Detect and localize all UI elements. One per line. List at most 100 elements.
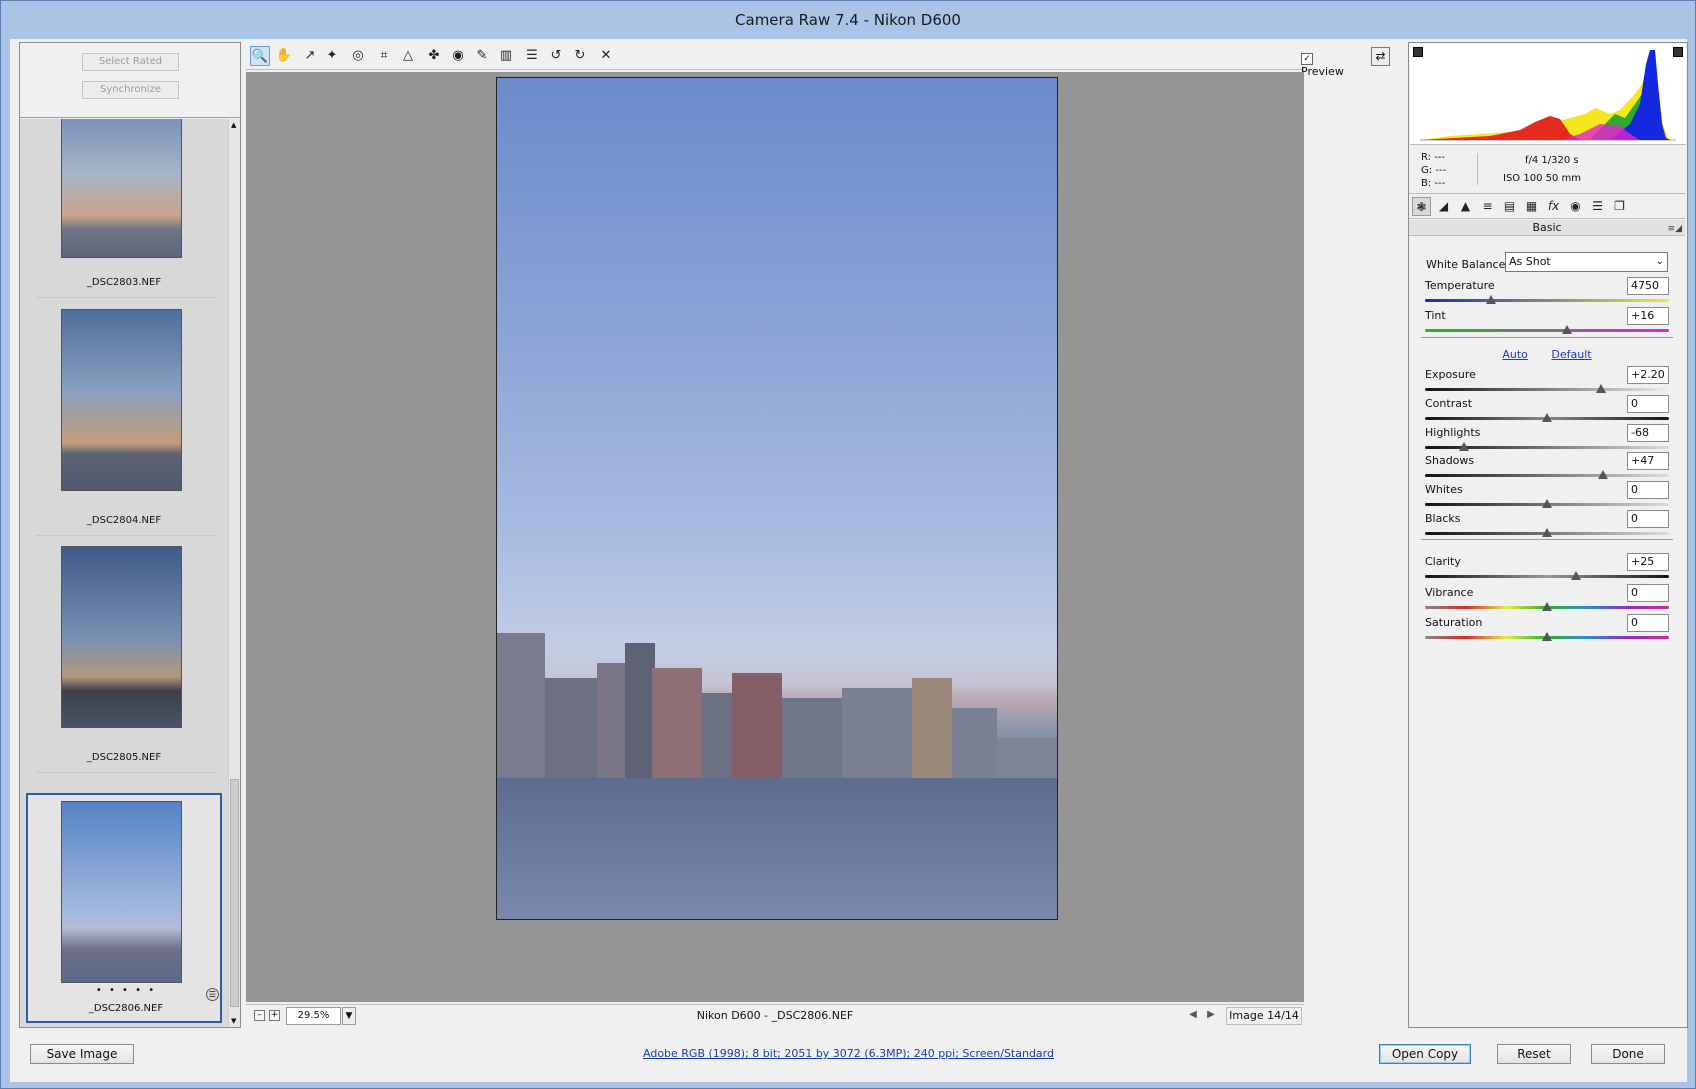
temperature-value-field[interactable]: 4750	[1627, 277, 1669, 295]
hand-tool-icon[interactable]: ✋	[274, 46, 294, 66]
effects-tab-icon[interactable]: fx	[1544, 197, 1563, 216]
rgb-readout: R: --- G: --- B: ---	[1421, 151, 1446, 190]
rotate-cw-icon[interactable]: ↻	[570, 46, 590, 66]
vibrance-slider-row: Vibrance0	[1425, 584, 1669, 614]
trash-icon[interactable]: ✕	[596, 46, 616, 66]
clarity-value-field[interactable]: +25	[1627, 553, 1669, 571]
whites-value-field[interactable]: 0	[1627, 481, 1669, 499]
lens-corrections-tab-icon[interactable]: ▦	[1522, 197, 1541, 216]
straighten-tool-icon[interactable]: △	[398, 46, 418, 66]
thumbnail	[61, 801, 182, 983]
filmstrip-item[interactable]: _DSC2805.NEF	[26, 546, 222, 776]
next-image-icon[interactable]: ▶	[1202, 1009, 1220, 1023]
clarity-slider-handle[interactable]	[1571, 571, 1581, 580]
shadows-slider-track[interactable]	[1425, 474, 1669, 477]
clarity-slider-track[interactable]	[1425, 575, 1669, 578]
shadows-slider-handle[interactable]	[1598, 470, 1608, 479]
tone-curve-tab-icon[interactable]: ◢	[1434, 197, 1453, 216]
graduated-filter-icon[interactable]: ▥	[496, 46, 516, 66]
highlights-slider-handle[interactable]	[1459, 442, 1469, 451]
city-skyline	[497, 618, 1057, 788]
open-copy-button[interactable]: Open Copy	[1379, 1044, 1471, 1064]
adjustment-brush-icon[interactable]: ✎	[472, 46, 492, 66]
split-toning-tab-icon[interactable]: ▤	[1500, 197, 1519, 216]
blacks-slider-handle[interactable]	[1542, 528, 1552, 537]
whites-label: Whites	[1425, 483, 1463, 496]
saturation-slider-handle[interactable]	[1542, 632, 1552, 641]
filmstrip-item[interactable]: _DSC2804.NEF	[26, 309, 222, 539]
camera-calibration-tab-icon[interactable]: ◉	[1566, 197, 1585, 216]
blacks-value-field[interactable]: 0	[1627, 510, 1669, 528]
highlights-label: Highlights	[1425, 426, 1480, 439]
clarity-slider-row: Clarity+25	[1425, 553, 1669, 583]
targeted-adjustment-tool-icon[interactable]: ◎	[348, 46, 368, 66]
highlights-value-field[interactable]: -68	[1627, 424, 1669, 442]
tint-slider-handle[interactable]	[1562, 325, 1572, 334]
shadows-slider-row: Shadows +47	[1425, 452, 1669, 482]
red-eye-tool-icon[interactable]: ◉	[448, 46, 468, 66]
contrast-value-field[interactable]: 0	[1627, 395, 1669, 413]
auto-link[interactable]: Auto	[1502, 348, 1528, 361]
presets-tab-icon[interactable]: ☰	[1588, 197, 1607, 216]
filmstrip-header: Select Rated Synchronize	[20, 43, 240, 118]
filmstrip-scrollbar[interactable]: ▲ ▼	[228, 119, 240, 1027]
exposure-value-field[interactable]: +2.20	[1627, 366, 1669, 384]
panel-menu-icon[interactable]: ≡◢	[1668, 221, 1682, 237]
scrollbar-thumb[interactable]	[230, 779, 239, 1007]
spot-removal-tool-icon[interactable]: ✤	[424, 46, 444, 66]
zoom-tool-icon[interactable]: 🔍	[250, 46, 270, 66]
vibrance-value-field[interactable]: 0	[1627, 584, 1669, 602]
white-balance-tool-icon[interactable]: ↗	[300, 46, 320, 66]
white-balance-select[interactable]: As Shot ⌄	[1505, 252, 1668, 272]
fullscreen-toggle-icon[interactable]: ⇄	[1371, 47, 1390, 66]
tint-slider-track[interactable]	[1425, 329, 1669, 332]
default-link[interactable]: Default	[1551, 348, 1591, 361]
contrast-slider-handle[interactable]	[1542, 413, 1552, 422]
shadows-label: Shadows	[1425, 454, 1474, 467]
basic-tab-icon[interactable]: ❃	[1412, 197, 1431, 216]
tint-value-field[interactable]: +16	[1627, 307, 1669, 325]
section-title: Basic ≡◢	[1409, 220, 1685, 236]
reset-button[interactable]: Reset	[1497, 1044, 1571, 1064]
preview-toggle[interactable]: ✓Preview	[1301, 49, 1344, 78]
window-title: Camera Raw 7.4 - Nikon D600	[1, 1, 1695, 39]
scroll-up-icon[interactable]: ▲	[231, 121, 236, 129]
auto-default-links: Auto Default	[1409, 348, 1685, 361]
saturation-value-field[interactable]: 0	[1627, 614, 1669, 632]
filmstrip-item-name: _DSC2803.NEF	[26, 277, 222, 288]
exposure-slider-track[interactable]	[1425, 388, 1669, 391]
temperature-slider-track[interactable]	[1425, 299, 1669, 302]
image-preview-area[interactable]	[246, 72, 1304, 1002]
thumbnail	[61, 309, 182, 491]
exposure-slider-handle[interactable]	[1596, 384, 1606, 393]
select-rated-button[interactable]: Select Rated	[82, 53, 179, 71]
chevron-down-icon: ⌄	[1656, 253, 1664, 271]
tint-slider-row: Tint+16	[1425, 307, 1669, 337]
exposure-label: Exposure	[1425, 368, 1476, 381]
whites-slider-handle[interactable]	[1542, 499, 1552, 508]
synchronize-button[interactable]: Synchronize	[82, 81, 179, 99]
shadows-value-field[interactable]: +47	[1627, 452, 1669, 470]
preview-checkbox[interactable]: ✓	[1301, 53, 1313, 65]
crop-tool-icon[interactable]: ⌗	[374, 46, 394, 66]
detail-tab-icon[interactable]: ▲	[1456, 197, 1475, 216]
snapshots-tab-icon[interactable]: ❐	[1610, 197, 1629, 216]
rotate-ccw-icon[interactable]: ↺	[546, 46, 566, 66]
highlights-slider-row: Highlights -68	[1425, 424, 1669, 454]
scroll-down-icon[interactable]: ▼	[231, 1017, 236, 1025]
temperature-slider-handle[interactable]	[1486, 295, 1496, 304]
previous-image-icon[interactable]: ◀	[1184, 1009, 1202, 1023]
histogram-graph	[1410, 44, 1686, 145]
hsl-tab-icon[interactable]: ≡	[1478, 197, 1497, 216]
filmstrip-item-selected[interactable]: • • • • • _DSC2806.NEF ☰	[26, 793, 222, 1023]
preview-status-bar: – + 29.5% ▼ Nikon D600 - _DSC2806.NEF ◀ …	[246, 1004, 1304, 1027]
done-button[interactable]: Done	[1591, 1044, 1665, 1064]
bottom-bar: Save Image Adobe RGB (1998); 8 bit; 2051…	[10, 1029, 1687, 1082]
star-rating[interactable]: • • • • •	[28, 985, 224, 996]
preview-image[interactable]	[496, 77, 1058, 920]
preferences-icon[interactable]: ☰	[522, 46, 542, 66]
vibrance-slider-handle[interactable]	[1542, 602, 1552, 611]
edited-badge-icon: ☰	[206, 988, 219, 1001]
divider	[1421, 337, 1673, 338]
color-sampler-tool-icon[interactable]: ✦	[322, 46, 342, 66]
